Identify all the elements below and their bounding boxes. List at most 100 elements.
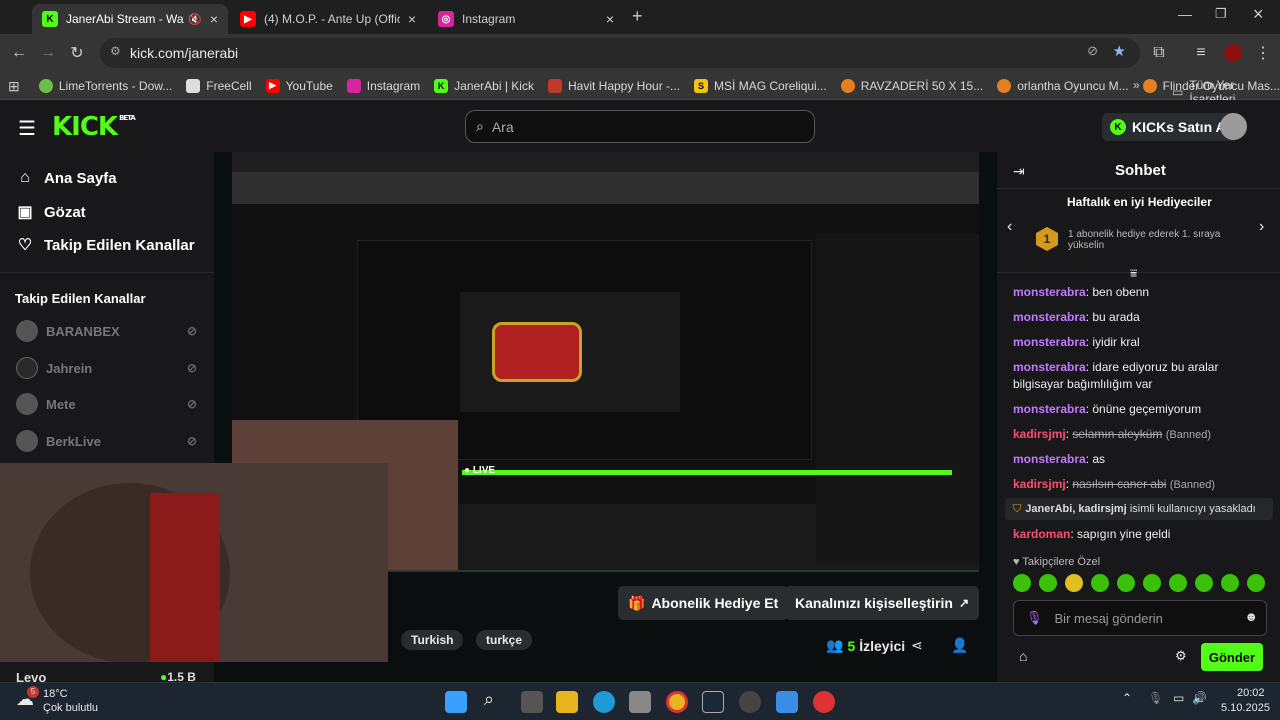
viewers-icon: 👥: [826, 637, 844, 653]
site-info-icon[interactable]: ⚙: [110, 44, 121, 58]
followed-channels-title: Takip Edilen Kanallar: [15, 291, 146, 306]
tray-chevron-icon[interactable]: ⌃: [1122, 691, 1132, 705]
collapse-chat-icon[interactable]: ⇥: [1013, 163, 1025, 180]
emote-icon[interactable]: [1117, 574, 1135, 592]
close-tab-icon[interactable]: ×: [606, 11, 614, 27]
microphone-icon[interactable]: 🎙: [1026, 610, 1043, 626]
no-camera-icon[interactable]: ⊘: [1087, 43, 1098, 59]
emote-icon[interactable]: [1169, 574, 1187, 592]
pinned-toggle-icon[interactable]: ⩸: [1130, 266, 1137, 281]
chat-message-input[interactable]: 🎙 Bir mesaj gönderin ☻: [1013, 600, 1267, 636]
sidebar-item-home[interactable]: ⌂ Ana Sayfa: [16, 169, 116, 187]
more-bookmarks-icon[interactable]: »: [1133, 78, 1140, 92]
emote-icon[interactable]: [1039, 574, 1057, 592]
reload-icon[interactable]: ↻: [66, 42, 88, 64]
close-tab-icon[interactable]: ×: [408, 11, 416, 27]
prev-arrow-icon[interactable]: ‹: [1007, 218, 1012, 236]
bookmark-kick[interactable]: K JanerAbi | Kick: [434, 78, 534, 93]
settings-gear-icon[interactable]: ⚙: [1175, 648, 1187, 664]
clock-time[interactable]: 20:02: [1237, 687, 1265, 699]
avatar: [16, 357, 38, 379]
search-input[interactable]: ⌕ Ara: [465, 110, 815, 143]
channel-mete[interactable]: Mete ⊘: [16, 393, 201, 415]
emote-icon[interactable]: [1221, 574, 1239, 592]
tab-instagram[interactable]: ◎ Instagram ×: [428, 4, 624, 34]
close-tab-icon[interactable]: ×: [210, 11, 218, 27]
close-window-icon[interactable]: ×: [1253, 4, 1264, 25]
app-icon[interactable]: [776, 691, 798, 713]
share-icon[interactable]: ⋖: [911, 637, 923, 654]
hamburger-menu-icon[interactable]: ☰: [18, 116, 36, 141]
instagram-favicon-icon: ◎: [438, 11, 454, 27]
file-explorer-icon[interactable]: [556, 691, 578, 713]
instagram-icon: [346, 78, 361, 93]
app-icon[interactable]: [813, 691, 835, 713]
customize-channel-button[interactable]: Kanalınızı kişiselleştirin ↗: [785, 586, 980, 620]
mic-tray-icon[interactable]: 🎙: [1148, 691, 1163, 705]
bookmark-limetorrents[interactable]: LimeTorrents - Dow...: [38, 78, 172, 93]
store-icon[interactable]: ⌂: [1019, 648, 1027, 664]
profile-avatar[interactable]: [1224, 44, 1242, 62]
channel-jahrein[interactable]: Jahrein ⊘: [16, 357, 201, 379]
apps-grid-icon[interactable]: ⊞: [8, 78, 20, 95]
edge-icon[interactable]: [593, 691, 615, 713]
bookmark-msi[interactable]: S MSİ MAG Coreliqui...: [694, 78, 827, 93]
kicks-coin-icon: K: [1110, 119, 1126, 135]
maximize-icon[interactable]: ❐: [1215, 6, 1227, 22]
chrome-icon[interactable]: [666, 691, 688, 713]
emote-icon[interactable]: [1195, 574, 1213, 592]
sidebar-item-following[interactable]: ♡ Takip Edilen Kanallar: [16, 235, 195, 255]
emoji-icon[interactable]: ☻: [1244, 609, 1258, 624]
store-icon[interactable]: [629, 691, 651, 713]
bookmark-orlantha[interactable]: orlantha Oyuncu M...: [997, 78, 1129, 93]
network-icon[interactable]: ▭: [1173, 691, 1184, 705]
steam-icon[interactable]: [702, 691, 724, 713]
shop-icon: [840, 78, 855, 93]
obs-icon[interactable]: [739, 691, 761, 713]
clock-date[interactable]: 5.10.2025: [1221, 702, 1270, 714]
task-view-icon[interactable]: [521, 691, 543, 713]
tag-turkish[interactable]: Turkish: [401, 630, 464, 650]
sidebar-item-browse[interactable]: ▣ Gözat: [16, 202, 85, 222]
add-friend-icon[interactable]: 👤: [951, 637, 968, 654]
emote-icon[interactable]: [1091, 574, 1109, 592]
divider: [0, 272, 214, 273]
emote-icon[interactable]: [1013, 574, 1031, 592]
new-tab-icon[interactable]: +: [632, 6, 643, 27]
search-icon[interactable]: ⌕: [484, 689, 494, 710]
menu-kebab-icon[interactable]: ⋮: [1252, 42, 1274, 64]
chat-title: Sohbet: [1115, 162, 1166, 179]
bookmark-instagram[interactable]: Instagram: [346, 78, 420, 93]
bookmark-youtube[interactable]: ▶ YouTube: [265, 78, 333, 93]
emote-icon[interactable]: [1065, 574, 1083, 592]
minimize-icon[interactable]: —: [1178, 6, 1192, 22]
bookmark-ravzaderi[interactable]: RAVZADERİ 50 X 15...: [840, 78, 983, 93]
offline-icon: ⊘: [186, 324, 197, 338]
volume-icon[interactable]: 🔊: [1192, 691, 1207, 705]
tab-janerabi[interactable]: K JanerAbi Stream - Watch Li 🔇 ×: [32, 4, 228, 34]
media-control-icon[interactable]: ≡: [1190, 42, 1212, 64]
send-button[interactable]: Gönder: [1201, 643, 1263, 671]
emote-icon[interactable]: [1247, 574, 1265, 592]
forward-icon[interactable]: →: [37, 42, 59, 64]
user-avatar[interactable]: [1220, 113, 1247, 140]
bookmark-havit[interactable]: Havit Happy Hour -...: [547, 78, 680, 93]
back-icon[interactable]: ←: [8, 42, 30, 64]
address-bar[interactable]: ⚙ kick.com/janerabi ⊘ ★: [100, 38, 1140, 68]
tab-youtube[interactable]: ▶ (4) M.O.P. - Ante Up (Official Au ×: [230, 4, 426, 34]
kick-logo[interactable]: KICK BETA: [52, 112, 136, 142]
tag-turkce[interactable]: turkçe: [476, 630, 533, 650]
buy-kicks-button[interactable]: K KICKs Satın Al: [1102, 113, 1238, 141]
mute-tab-icon[interactable]: 🔇: [188, 13, 202, 26]
extensions-icon[interactable]: ⧉: [1148, 42, 1170, 64]
offline-icon: ⊘: [186, 361, 197, 375]
bookmark-freecell[interactable]: FreeCell: [186, 78, 252, 93]
emote-icon[interactable]: [1143, 574, 1161, 592]
start-menu-icon[interactable]: [445, 691, 467, 713]
bookmark-star-icon[interactable]: ★: [1113, 42, 1126, 60]
next-arrow-icon[interactable]: ›: [1259, 218, 1264, 236]
channel-berklive[interactable]: BerkLive ⊘: [16, 430, 201, 452]
channel-baranbex[interactable]: BARANBEX ⊘: [16, 320, 201, 342]
site-header: ☰ KICK BETA ⌕ Ara K KICKs Satın Al: [0, 100, 1280, 152]
gift-subscription-button[interactable]: 🎁 Abonelik Hediye Et: [618, 586, 789, 620]
